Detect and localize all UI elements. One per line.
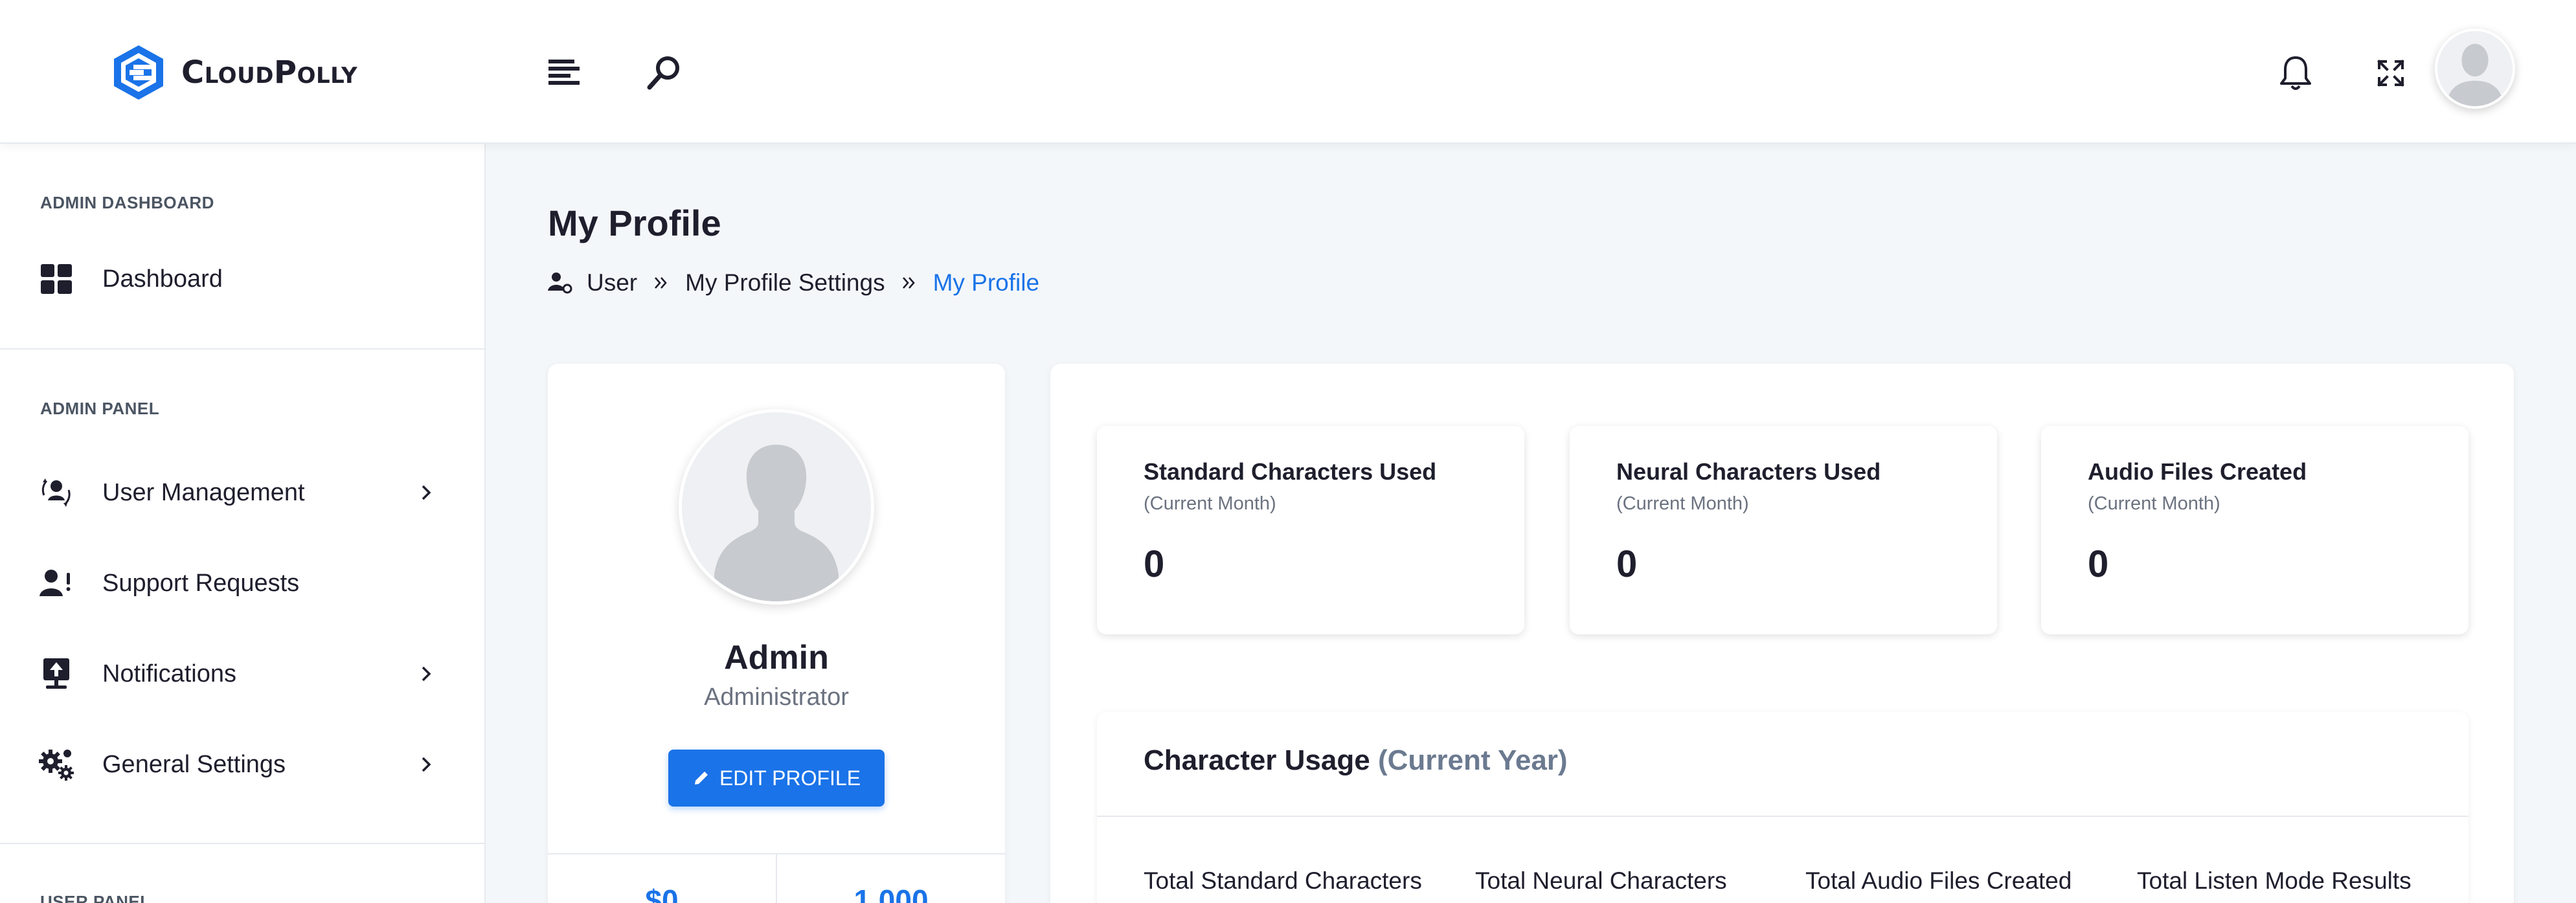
sidebar-item-dashboard[interactable]: Dashboard bbox=[0, 243, 484, 315]
avatar-placeholder-icon bbox=[682, 412, 871, 601]
sidebar-section-admin-panel: ADMIN PANEL bbox=[40, 399, 160, 418]
sidebar-divider bbox=[0, 843, 484, 844]
chevrons-right-icon bbox=[901, 275, 918, 291]
stat-value: 0 bbox=[2088, 543, 2109, 585]
sidebar-section-admin-dashboard: ADMIN DASHBOARD bbox=[40, 193, 214, 212]
usage-column-neural: Total Neural Characters bbox=[1475, 867, 1727, 894]
sidebar-divider bbox=[0, 348, 484, 350]
chevron-right-icon bbox=[420, 661, 435, 687]
stat-title: Audio Files Created bbox=[2088, 458, 2307, 485]
profile-avatar bbox=[679, 409, 874, 605]
page-title: My Profile bbox=[548, 203, 721, 243]
stat-subtitle: (Current Month) bbox=[2088, 493, 2220, 514]
cloudpolly-logo-icon bbox=[114, 45, 163, 100]
user-cog-small-icon bbox=[548, 273, 572, 294]
divider bbox=[1097, 816, 2469, 817]
pencil-icon bbox=[694, 772, 708, 785]
breadcrumb: User My Profile Settings My Profile bbox=[548, 265, 1039, 300]
user-alert-icon bbox=[38, 564, 75, 602]
breadcrumb-profile-settings[interactable]: My Profile Settings bbox=[685, 269, 885, 296]
breadcrumb-user[interactable]: User bbox=[587, 269, 637, 296]
profile-stat-characters: 1,000 bbox=[853, 884, 929, 903]
sidebar-item-general-settings[interactable]: General Settings bbox=[0, 729, 484, 800]
brand-logo[interactable]: CloudPolly bbox=[110, 43, 357, 102]
chevron-right-icon bbox=[420, 752, 435, 777]
sidebar-item-notifications[interactable]: Notifications bbox=[0, 638, 484, 709]
brand-name: CloudPolly bbox=[181, 54, 358, 91]
upload-box-icon bbox=[38, 655, 75, 693]
sidebar-item-label: User Management bbox=[102, 478, 305, 506]
menu-toggle-icon bbox=[548, 60, 580, 85]
chevron-right-icon bbox=[420, 480, 435, 506]
profile-card: Admin Administrator EDIT PROFILE $0 1,00… bbox=[548, 364, 1005, 903]
sidebar-item-label: Notifications bbox=[102, 660, 236, 687]
stat-subtitle: (Current Month) bbox=[1144, 493, 1276, 514]
sidebar-item-label: Dashboard bbox=[102, 265, 223, 293]
user-avatar-button[interactable] bbox=[2435, 28, 2515, 109]
top-navbar: CloudPolly bbox=[0, 0, 2576, 144]
search-button[interactable] bbox=[641, 50, 686, 96]
expand-icon bbox=[2377, 60, 2404, 87]
usage-overview-card: Standard Characters Used (Current Month)… bbox=[1050, 364, 2514, 903]
avatar-placeholder-icon bbox=[2437, 31, 2513, 106]
usage-title-suffix: (Current Year) bbox=[1377, 744, 1568, 776]
edit-profile-button[interactable]: EDIT PROFILE bbox=[668, 750, 885, 807]
stat-value: 0 bbox=[1616, 543, 1638, 585]
sidebar-item-support-requests[interactable]: Support Requests bbox=[0, 548, 484, 619]
stat-card-neural: Neural Characters Used (Current Month) 0 bbox=[1570, 426, 1997, 634]
notifications-button[interactable] bbox=[2273, 50, 2318, 96]
chevrons-right-icon bbox=[653, 275, 670, 291]
user-cog-icon bbox=[38, 474, 75, 511]
sidebar: ADMIN DASHBOARD Dashboard ADMIN PANEL Us… bbox=[0, 144, 486, 903]
stat-card-standard: Standard Characters Used (Current Month)… bbox=[1097, 426, 1524, 634]
profile-name: Admin bbox=[724, 639, 829, 676]
breadcrumb-my-profile: My Profile bbox=[932, 269, 1040, 296]
stat-title: Standard Characters Used bbox=[1144, 458, 1437, 485]
edit-profile-label: EDIT PROFILE bbox=[719, 766, 861, 790]
profile-role: Administrator bbox=[704, 684, 849, 711]
sidebar-item-label: General Settings bbox=[102, 750, 286, 778]
search-icon bbox=[647, 56, 679, 90]
sidebar-section-user-panel: USER PANEL bbox=[40, 892, 151, 903]
usage-title: Character Usage (Current Year) bbox=[1144, 744, 1568, 777]
usage-title-main: Character Usage bbox=[1144, 744, 1370, 776]
fullscreen-button[interactable] bbox=[2368, 50, 2413, 96]
character-usage-card: Character Usage (Current Year) Total Sta… bbox=[1097, 712, 2469, 903]
menu-toggle-button[interactable] bbox=[541, 53, 587, 92]
gears-icon bbox=[38, 746, 75, 783]
stat-card-audio-files: Audio Files Created (Current Month) 0 bbox=[2041, 426, 2469, 634]
stat-title: Neural Characters Used bbox=[1616, 458, 1881, 485]
usage-column-listen: Total Listen Mode Results bbox=[2137, 867, 2412, 894]
stat-value: 0 bbox=[1144, 543, 1165, 585]
sidebar-item-user-management[interactable]: User Management bbox=[0, 457, 484, 528]
stat-subtitle: (Current Month) bbox=[1616, 493, 1749, 514]
usage-column-standard: Total Standard Characters bbox=[1144, 867, 1422, 894]
usage-column-audio: Total Audio Files Created bbox=[1805, 867, 2072, 894]
grid-icon bbox=[38, 260, 75, 298]
sidebar-item-label: Support Requests bbox=[102, 569, 300, 597]
profile-stat-balance: $0 bbox=[645, 884, 679, 903]
bell-icon bbox=[2280, 56, 2311, 90]
